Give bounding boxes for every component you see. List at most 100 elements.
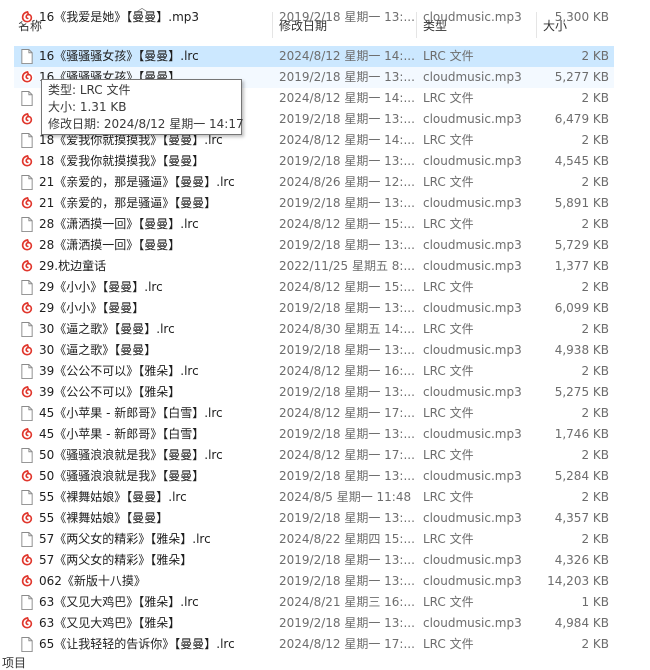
file-row[interactable]: 21《亲爱的，那是骚逼》【曼曼】.lrc 2024/8/26 星期一 12:...… (14, 172, 614, 193)
file-row[interactable]: 63《又见大鸡巴》【雅朵】 2019/2/18 星期一 13:... cloudmu… (14, 613, 614, 634)
file-type: cloudmusic.mp3 (423, 154, 522, 168)
file-date: 2024/8/12 星期一 15:... (279, 217, 415, 231)
file-date: 2024/8/21 星期三 16:... (279, 595, 415, 609)
file-type: cloudmusic.mp3 (423, 10, 522, 24)
document-icon (20, 217, 34, 232)
file-row[interactable]: 39《公公不可以》【雅朵】.lrc 2024/8/12 星期一 16:... LRC… (14, 361, 614, 382)
cloudmusic-icon (20, 343, 34, 358)
file-type: cloudmusic.mp3 (423, 301, 522, 315)
file-size: 1,746 KB (554, 427, 609, 441)
file-size: 5,284 KB (554, 469, 609, 483)
file-size: 5,275 KB (554, 385, 609, 399)
file-date: 2024/8/12 星期一 14:... (279, 133, 415, 147)
file-row[interactable]: 29《小小》【曼曼】 2019/2/18 星期一 13:... cloudmusic… (14, 298, 614, 319)
file-name: 45《小苹果 - 新郎哥》【白雪】 (39, 427, 205, 441)
file-date: 2019/2/18 星期一 13:... (279, 10, 415, 24)
file-size: 14,203 KB (547, 574, 609, 588)
file-row[interactable]: 45《小苹果 - 新郎哥》【白雪】.lrc 2024/8/12 星期一 17:..… (14, 403, 614, 424)
document-icon (20, 364, 34, 379)
file-name: 21《亲爱的，那是骚逼》【曼曼】.lrc (39, 175, 235, 189)
file-name: 062《新版十八摸》 (39, 574, 146, 588)
file-name: 57《两父女的精彩》【雅朵】.lrc (39, 532, 211, 546)
file-date: 2019/2/18 星期一 13:... (279, 301, 415, 315)
file-type: cloudmusic.mp3 (423, 385, 522, 399)
file-row[interactable]: 65《让我轻轻的告诉你》【曼曼】.lrc 2024/8/12 星期一 17:...… (14, 634, 614, 655)
file-row[interactable]: 18《爱我你就摸摸我》【曼曼】 2019/2/18 星期一 13:... cloud… (14, 151, 614, 172)
file-name: 29.枕边童话 (39, 259, 107, 273)
document-icon (20, 133, 34, 148)
cloudmusic-icon (20, 511, 34, 526)
file-row[interactable]: 57《两父女的精彩》【雅朵】.lrc 2024/8/22 星期四 15:... LR… (14, 529, 614, 550)
file-date: 2019/2/18 星期一 13:... (279, 70, 415, 84)
file-type: cloudmusic.mp3 (423, 238, 522, 252)
file-name: 29《小小》【曼曼】 (39, 301, 145, 315)
document-icon (20, 175, 34, 190)
file-row[interactable]: 45《小苹果 - 新郎哥》【白雪】 2019/2/18 星期一 13:... clo… (14, 424, 614, 445)
file-type: LRC 文件 (423, 322, 474, 336)
file-size: 2 KB (581, 532, 609, 546)
file-date: 2019/2/18 星期一 13:... (279, 343, 415, 357)
file-row[interactable]: 57《两父女的精彩》【雅朵】 2019/2/18 星期一 13:... cloudm… (14, 550, 614, 571)
file-type: cloudmusic.mp3 (423, 574, 522, 588)
file-row[interactable]: 28《潇洒摸一回》【曼曼】 2019/2/18 星期一 13:... cloudmu… (14, 235, 614, 256)
file-size: 2 KB (581, 91, 609, 105)
file-name: 28《潇洒摸一回》【曼曼】 (39, 238, 181, 252)
file-name: 63《又见大鸡巴》【雅朵】 (39, 616, 181, 630)
document-icon (20, 490, 34, 505)
file-row[interactable]: 16《我爱是她》【曼曼】.mp3 2019/2/18 星期一 13:... clou… (14, 7, 614, 28)
file-row[interactable]: 29《小小》【曼曼】.lrc 2024/8/12 星期一 15:... LRC 文件… (14, 277, 614, 298)
file-name: 45《小苹果 - 新郎哥》【白雪】.lrc (39, 406, 223, 420)
file-row[interactable]: 062《新版十八摸》 2019/2/18 星期一 13:... cloudmusic… (14, 571, 614, 592)
file-row[interactable]: 28《潇洒摸一回》【曼曼】.lrc 2024/8/12 星期一 15:... LRC… (14, 214, 614, 235)
file-date: 2019/2/18 星期一 13:... (279, 154, 415, 168)
file-size: 4,357 KB (554, 511, 609, 525)
cloudmusic-icon (20, 553, 34, 568)
file-info-tooltip: 类型: LRC 文件 大小: 1.31 KB 修改日期: 2024/8/12 星… (41, 79, 244, 135)
file-size: 2 KB (581, 637, 609, 651)
file-date: 2024/8/22 星期四 15:... (279, 532, 415, 546)
cloudmusic-icon (20, 301, 34, 316)
file-date: 2024/8/12 星期一 16:... (279, 364, 415, 378)
file-type: cloudmusic.mp3 (423, 112, 522, 126)
file-row[interactable]: 16《骚骚骚女孩》【曼曼】.lrc 2024/8/12 星期一 14:... LRC… (14, 46, 614, 67)
file-name: 63《又见大鸡巴》【雅朵】.lrc (39, 595, 199, 609)
file-row[interactable]: 55《裸舞姑娘》【曼曼】 2019/2/18 星期一 13:... cloudmus… (14, 508, 614, 529)
file-row[interactable]: 50《骚骚浪浪就是我》【曼曼】 2019/2/18 星期一 13:... cloud… (14, 466, 614, 487)
file-row[interactable]: 50《骚骚浪浪就是我》【曼曼】.lrc 2024/8/12 星期一 17:... L… (14, 445, 614, 466)
file-type: LRC 文件 (423, 406, 474, 420)
cloudmusic-icon (20, 259, 34, 274)
file-row[interactable]: 21《亲爱的，那是骚逼》【曼曼】 2019/2/18 星期一 13:... clou… (14, 193, 614, 214)
file-date: 2019/2/18 星期一 13:... (279, 574, 415, 588)
file-name: 16《骚骚骚女孩》【曼曼】.lrc (39, 49, 199, 63)
file-type: LRC 文件 (423, 490, 474, 504)
tooltip-date: 修改日期: 2024/8/12 星期一 14:17 (48, 117, 244, 131)
file-size: 6,099 KB (554, 301, 609, 315)
document-icon (20, 448, 34, 463)
file-name: 55《裸舞姑娘》【曼曼】.lrc (39, 490, 187, 504)
file-row[interactable]: 30《逼之歌》【曼曼】 2019/2/18 星期一 13:... cloudmusi… (14, 340, 614, 361)
file-name: 29《小小》【曼曼】.lrc (39, 280, 163, 294)
file-type: LRC 文件 (423, 49, 474, 63)
file-type: cloudmusic.mp3 (423, 553, 522, 567)
document-icon (20, 49, 34, 64)
file-type: LRC 文件 (423, 448, 474, 462)
file-row[interactable]: 30《逼之歌》【曼曼】.lrc 2024/8/30 星期五 14:... LRC 文… (14, 319, 614, 340)
file-name: 65《让我轻轻的告诉你》【曼曼】.lrc (39, 637, 235, 651)
file-row[interactable]: 29.枕边童话 2022/11/25 星期五 8:... cloudmusic.mp… (14, 256, 614, 277)
cloudmusic-icon (20, 469, 34, 484)
file-date: 2024/8/12 星期一 17:... (279, 448, 415, 462)
cloudmusic-icon (20, 616, 34, 631)
file-name: 39《公公不可以》【雅朵】.lrc (39, 364, 199, 378)
file-size: 2 KB (581, 490, 609, 504)
cloudmusic-icon (20, 574, 34, 589)
file-row[interactable]: 63《又见大鸡巴》【雅朵】.lrc 2024/8/21 星期三 16:... LRC… (14, 592, 614, 613)
file-size: 5,277 KB (554, 70, 609, 84)
file-type: LRC 文件 (423, 217, 474, 231)
file-row[interactable]: 39《公公不可以》【雅朵】 2019/2/18 星期一 13:... cloudmu… (14, 382, 614, 403)
file-size: 4,984 KB (554, 616, 609, 630)
file-row[interactable]: 55《裸舞姑娘》【曼曼】.lrc 2024/8/5 星期一 11:48 LRC 文件… (14, 487, 614, 508)
file-size: 2 KB (581, 448, 609, 462)
file-date: 2019/2/18 星期一 13:... (279, 238, 415, 252)
file-type: cloudmusic.mp3 (423, 196, 522, 210)
cloudmusic-icon (20, 154, 34, 169)
